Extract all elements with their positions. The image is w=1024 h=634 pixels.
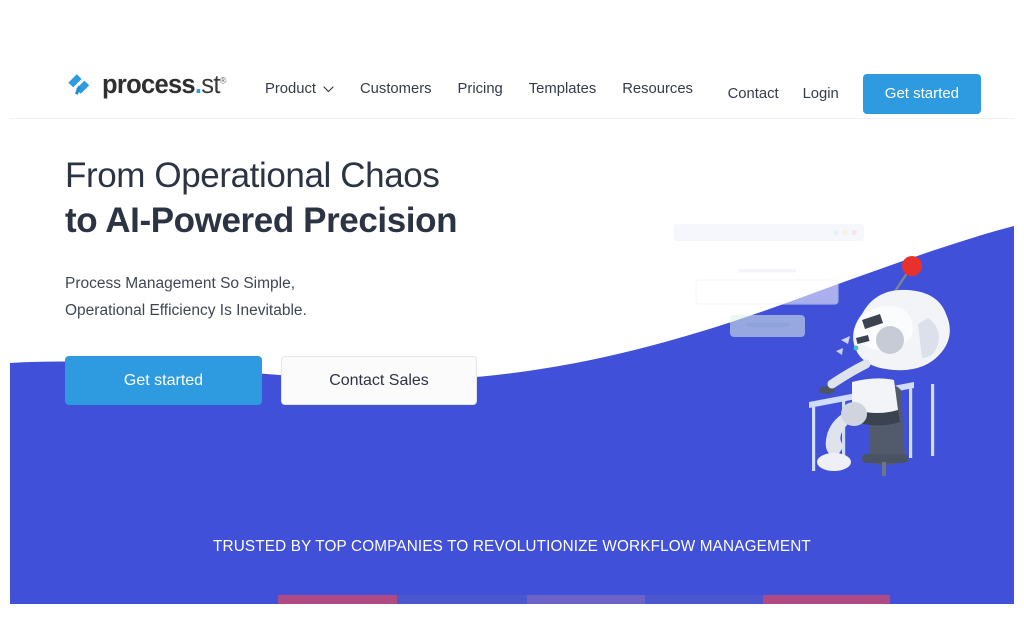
- partner-logos-strip: [10, 595, 1014, 604]
- nav-item-resources[interactable]: Resources: [622, 82, 693, 97]
- trademark-symbol: ®: [219, 75, 227, 86]
- hero-subheadline: Process Management So Simple, Operationa…: [65, 243, 585, 324]
- trusted-by-text: TRUSTED BY TOP COMPANIES TO REVOLUTIONIZ…: [213, 538, 811, 555]
- nav-item-pricing[interactable]: Pricing: [458, 82, 503, 97]
- page-frame-top: [0, 0, 1024, 22]
- primary-navigation: Product Customers Pricing Templates Reso…: [265, 82, 693, 97]
- page-frame-right: [1014, 0, 1024, 634]
- hero-headline-line1: From Operational Chaos: [65, 156, 440, 195]
- faded-form-mockup: [674, 224, 864, 337]
- robot-knee: [841, 402, 867, 426]
- hero-subheadline-line1: Process Management So Simple,: [65, 275, 296, 292]
- hero-subheadline-line2: Operational Efficiency Is Inevitable.: [65, 302, 307, 319]
- hero-contact-sales-button[interactable]: Contact Sales: [281, 356, 477, 405]
- chevron-down-icon: [323, 86, 334, 92]
- nav-item-customers[interactable]: Customers: [360, 82, 432, 97]
- nav-item-pricing-label: Pricing: [457, 81, 503, 97]
- nav-item-customers-label: Customers: [360, 81, 432, 97]
- nav-item-product[interactable]: Product: [265, 82, 334, 97]
- hero-cta-row: Get started Contact Sales: [65, 324, 585, 405]
- brand-name-main: process: [102, 71, 196, 100]
- header-actions: Contact Login Get started: [728, 74, 981, 114]
- landing-page: process.st® Product Customers Pricing Te…: [0, 0, 1024, 634]
- brand-logo[interactable]: process.st®: [65, 72, 226, 100]
- hero-copy: From Operational Chaos to AI-Powered Pre…: [65, 153, 585, 405]
- process-st-logo-icon: [68, 74, 90, 95]
- nav-item-contact[interactable]: Contact: [727, 85, 779, 102]
- nav-item-templates[interactable]: Templates: [529, 82, 596, 97]
- hero-headline: From Operational Chaos to AI-Powered Pre…: [65, 153, 585, 243]
- partner-logo: [278, 595, 397, 604]
- robot-foot: [817, 453, 851, 471]
- nav-item-contact-label: Contact: [727, 85, 779, 102]
- hero-headline-line2: to AI-Powered Precision: [65, 201, 458, 240]
- robot-eye: [876, 326, 904, 354]
- nav-item-product-label: Product: [265, 81, 316, 97]
- partner-logo: [397, 595, 527, 604]
- nav-item-templates-label: Templates: [528, 81, 597, 97]
- page-frame-left: [0, 0, 10, 634]
- partner-logo: [763, 595, 890, 604]
- hero-get-started-button[interactable]: Get started: [65, 356, 262, 405]
- robot-indicator: [853, 345, 859, 351]
- nav-item-login-label: Login: [802, 85, 839, 102]
- nav-item-login[interactable]: Login: [802, 85, 839, 102]
- partner-logo: [645, 595, 763, 604]
- brand-wordmark: process.st®: [102, 73, 226, 99]
- trusted-by-band: TRUSTED BY TOP COMPANIES TO REVOLUTIONIZ…: [10, 476, 1014, 604]
- header-get-started-button[interactable]: Get started: [862, 74, 981, 114]
- page-frame-bottom: [0, 604, 1024, 634]
- partner-logo: [527, 595, 645, 604]
- site-header: process.st® Product Customers Pricing Te…: [10, 22, 1014, 119]
- nav-item-resources-label: Resources: [622, 81, 693, 97]
- floating-papers: [836, 336, 850, 355]
- brand-name-suffix: st: [201, 71, 220, 100]
- antenna-light: [902, 256, 922, 276]
